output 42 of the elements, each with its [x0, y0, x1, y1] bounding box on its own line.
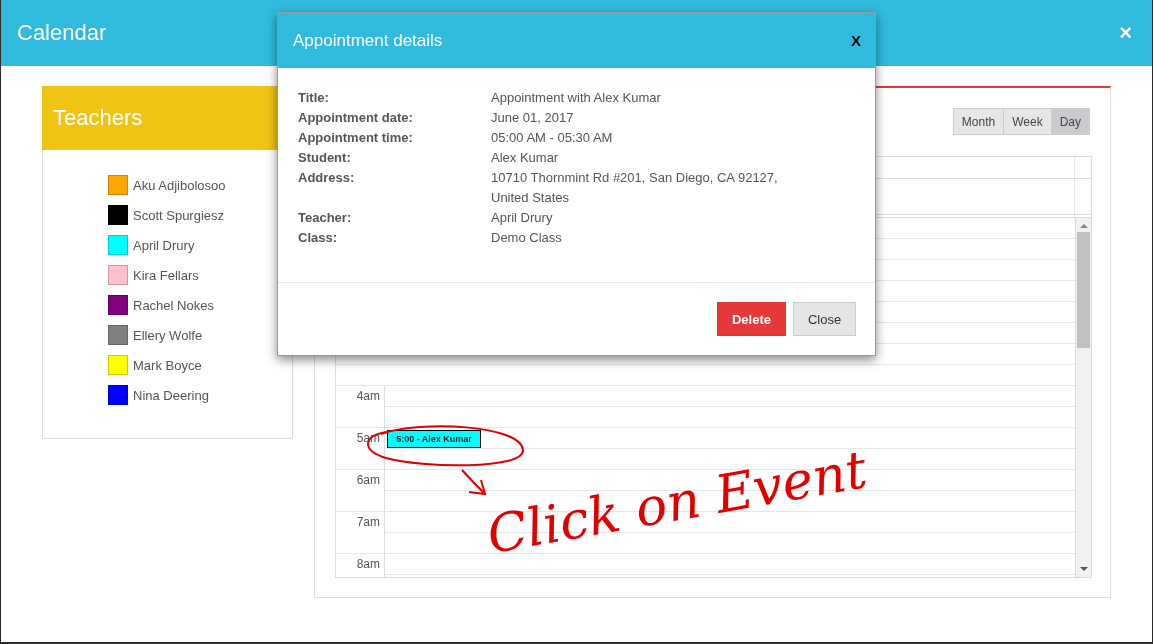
- field-label: Teacher:: [298, 209, 353, 227]
- scrollbar[interactable]: [1075, 218, 1091, 577]
- field-label: Address:: [298, 169, 356, 187]
- field-label: Appointment date:: [298, 109, 414, 127]
- handwritten-note: Click on Event: [482, 439, 872, 565]
- time-label: 8am: [356, 557, 380, 571]
- view-button[interactable]: Month: [952, 108, 1005, 135]
- arrow-mark: [461, 469, 486, 495]
- close-button[interactable]: X: [851, 32, 861, 49]
- field-value: Demo Class: [491, 229, 562, 247]
- calendar-event[interactable]: 5:00 - Alex Kumar: [387, 430, 481, 448]
- field-value: Alex Kumar: [491, 149, 559, 167]
- dialog-title: Appointment details: [293, 30, 443, 51]
- time-label: 4am: [356, 389, 380, 403]
- teacher-name: Aku Adjibolosoo: [133, 177, 226, 193]
- panel-title: Teachers: [53, 105, 143, 131]
- teacher-name: April Drury: [133, 237, 195, 253]
- field-value: 10710 Thornmint Rd #201, San Diego, CA 92127, United States: [491, 169, 778, 207]
- teacher-name: Kira Fellars: [133, 267, 199, 283]
- field-label: Appointment time:: [298, 129, 414, 147]
- scroll-thumb[interactable]: [1077, 232, 1090, 348]
- scroll-up-icon[interactable]: [1079, 224, 1088, 228]
- field-label: Title:: [298, 89, 330, 107]
- view-button[interactable]: Week: [1003, 108, 1052, 135]
- delete-button[interactable]: Delete: [717, 302, 786, 336]
- time-label: 7am: [356, 515, 380, 529]
- field-value: 05:00 AM - 05:30 AM: [491, 129, 613, 147]
- window-title: Calendar: [17, 20, 107, 46]
- teacher-name: Scott Spurgiesz: [133, 207, 225, 223]
- time-label: 6am: [356, 473, 380, 487]
- view-button[interactable]: Day: [1050, 108, 1090, 135]
- teacher-name: Ellery Wolfe: [133, 327, 203, 343]
- field-label: Student:: [298, 149, 352, 167]
- teacher-name: Nina Deering: [133, 387, 209, 403]
- teacher-name: Mark Boyce: [133, 357, 202, 373]
- field-label: Class:: [298, 229, 339, 247]
- field-value: April Drury: [491, 209, 553, 227]
- scroll-down-icon[interactable]: [1079, 567, 1088, 571]
- field-value: June 01, 2017: [491, 109, 574, 127]
- teacher-name: Rachel Nokes: [133, 297, 214, 313]
- close-button[interactable]: Close: [793, 302, 856, 336]
- field-value: Appointment with Alex Kumar: [491, 89, 661, 107]
